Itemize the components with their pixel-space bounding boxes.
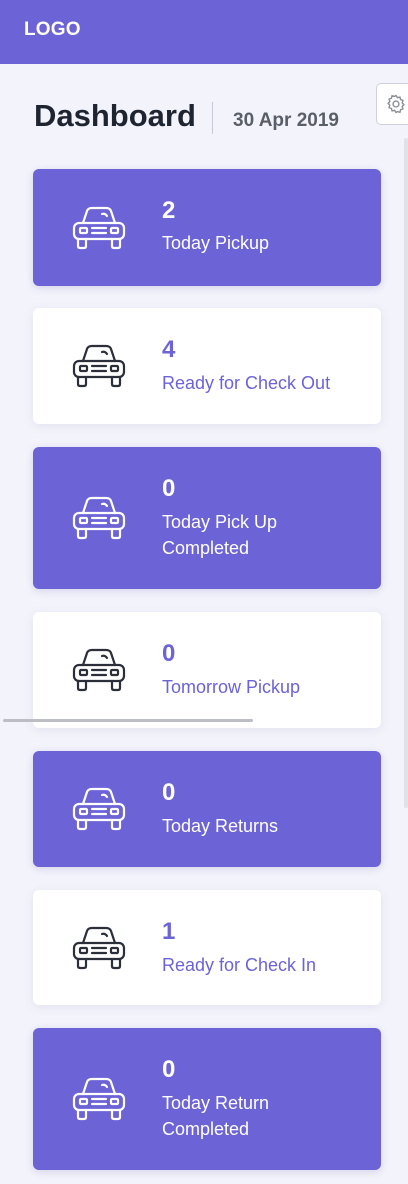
gear-icon bbox=[387, 94, 405, 114]
current-date: 30 Apr 2019 bbox=[233, 110, 339, 131]
stat-card-ready-for-check-out[interactable]: 4 Ready for Check Out bbox=[33, 308, 381, 424]
stat-card-today-returns[interactable]: 0 Today Returns bbox=[33, 751, 381, 867]
card-label: Today Pickup bbox=[162, 233, 270, 253]
card-label: Ready for Check Out bbox=[162, 373, 331, 393]
card-count: 0 bbox=[162, 1056, 176, 1083]
card-count: 0 bbox=[162, 475, 176, 502]
stat-card-today-return-completed[interactable]: 0 Today Return Completed bbox=[33, 1028, 381, 1170]
card-count: 4 bbox=[162, 336, 176, 363]
card-count: 2 bbox=[162, 197, 176, 224]
car-icon bbox=[72, 787, 126, 831]
card-count: 1 bbox=[162, 918, 176, 945]
card-count: 0 bbox=[162, 640, 176, 667]
car-icon bbox=[72, 344, 126, 388]
stat-card-today-pickup[interactable]: 2 Today Pickup bbox=[33, 169, 381, 286]
stat-card-tomorrow-pickup[interactable]: 0 Tomorrow Pickup bbox=[33, 612, 381, 728]
settings-button[interactable] bbox=[376, 83, 408, 125]
car-icon bbox=[72, 496, 126, 540]
car-icon bbox=[72, 1077, 126, 1121]
card-label: Today Pick Up Completed bbox=[162, 512, 278, 558]
card-label: Ready for Check In bbox=[162, 955, 317, 975]
top-bar: LOGO bbox=[0, 0, 408, 64]
car-icon bbox=[72, 648, 126, 692]
page-title: Dashboard bbox=[34, 98, 196, 133]
card-count: 0 bbox=[162, 779, 176, 806]
car-icon bbox=[72, 206, 126, 250]
car-icon bbox=[72, 926, 126, 970]
card-label: Today Return Completed bbox=[162, 1093, 270, 1139]
logo[interactable]: LOGO bbox=[24, 19, 81, 41]
stat-card-today-pick-up-completed[interactable]: 0 Today Pick Up Completed bbox=[33, 447, 381, 589]
header-divider bbox=[212, 102, 213, 134]
card-label: Tomorrow Pickup bbox=[162, 677, 301, 697]
horizontal-scrollbar[interactable] bbox=[3, 719, 253, 722]
stat-card-ready-for-check-in[interactable]: 1 Ready for Check In bbox=[33, 890, 381, 1005]
vertical-scrollbar[interactable] bbox=[404, 138, 408, 808]
card-label: Today Returns bbox=[162, 816, 279, 836]
